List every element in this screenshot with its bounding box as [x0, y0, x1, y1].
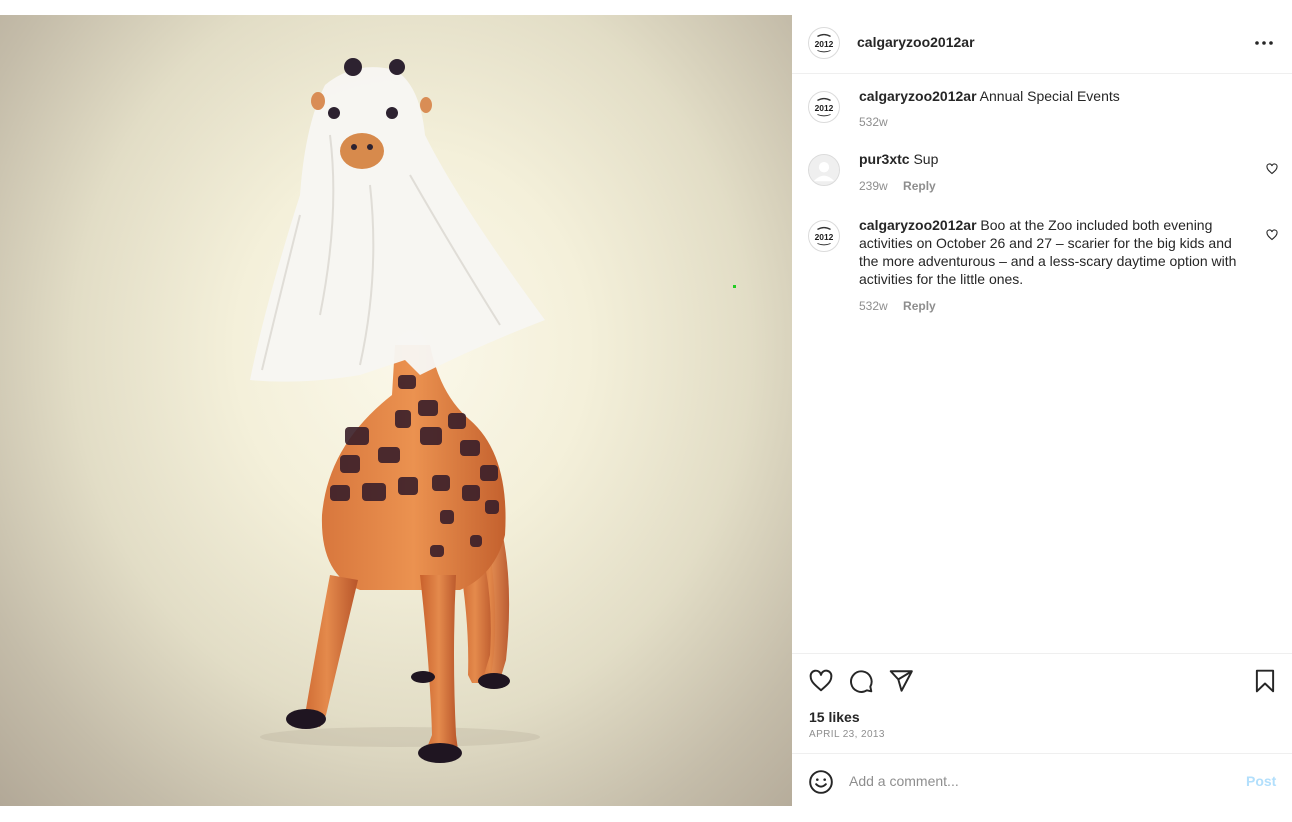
- comment-like-heart-icon[interactable]: [1266, 228, 1278, 241]
- post-button[interactable]: Post: [1246, 773, 1276, 789]
- reply-button[interactable]: Reply: [903, 179, 936, 193]
- comment-meta: 239w Reply: [859, 179, 948, 193]
- default-avatar[interactable]: [808, 154, 840, 186]
- add-comment-bar: Post: [792, 753, 1292, 807]
- post-date[interactable]: APRIL 23, 2013: [809, 729, 885, 740]
- bookmark-icon[interactable]: [1252, 668, 1278, 694]
- comment-text: Annual Special Events: [979, 88, 1120, 104]
- caption-avatar[interactable]: 2012: [808, 91, 840, 123]
- giraffe-ghost-photo: [250, 58, 545, 763]
- comment-age[interactable]: 532w: [859, 299, 888, 313]
- more-horizontal-icon[interactable]: [1252, 33, 1276, 53]
- avatar-year-text: 2012: [815, 103, 834, 113]
- comment-avatar[interactable]: 2012: [808, 220, 840, 252]
- comment-text: Sup: [913, 151, 939, 167]
- top-strip: [0, 0, 1292, 15]
- post-header: 2012 calgaryzoo2012ar: [792, 15, 1292, 74]
- comment-text-block: calgaryzoo2012ar Boo at the Zoo included…: [859, 216, 1254, 288]
- reply-button[interactable]: Reply: [903, 299, 936, 313]
- heart-icon[interactable]: [808, 668, 834, 694]
- comments-list[interactable]: 2012 calgaryzoo2012ar Annual Special Eve…: [792, 74, 1292, 653]
- avatar-year-text: 2012: [815, 232, 834, 242]
- comment-age[interactable]: 532w: [859, 115, 888, 129]
- comment-meta: 532w: [859, 115, 900, 129]
- post-side-panel: 2012 calgaryzoo2012ar 2012 calgaryzoo201…: [792, 15, 1292, 806]
- paper-plane-icon[interactable]: [888, 668, 914, 694]
- bottom-strip: [0, 806, 1292, 822]
- author-username[interactable]: calgaryzoo2012ar: [857, 34, 975, 50]
- author-avatar[interactable]: 2012: [808, 27, 840, 59]
- green-pixel: [733, 285, 736, 288]
- comment-username[interactable]: calgaryzoo2012ar: [859, 88, 977, 104]
- action-bar: 15 likes APRIL 23, 2013: [792, 653, 1292, 755]
- post-image[interactable]: [0, 15, 792, 806]
- comment-bubble-icon[interactable]: [848, 668, 874, 694]
- comment-meta: 532w Reply: [859, 299, 948, 313]
- comment-age[interactable]: 239w: [859, 179, 888, 193]
- likes-count[interactable]: 15 likes: [809, 709, 860, 725]
- comment-like-heart-icon[interactable]: [1266, 162, 1278, 175]
- comment-input[interactable]: [849, 770, 1229, 792]
- smiley-icon[interactable]: [808, 769, 834, 795]
- avatar-year-text: 2012: [815, 39, 834, 49]
- comment-username[interactable]: calgaryzoo2012ar: [859, 217, 977, 233]
- comment-text-block: calgaryzoo2012ar Annual Special Events: [859, 87, 1254, 105]
- comment-username[interactable]: pur3xtc: [859, 151, 910, 167]
- comment-text-block: pur3xtc Sup: [859, 150, 1254, 168]
